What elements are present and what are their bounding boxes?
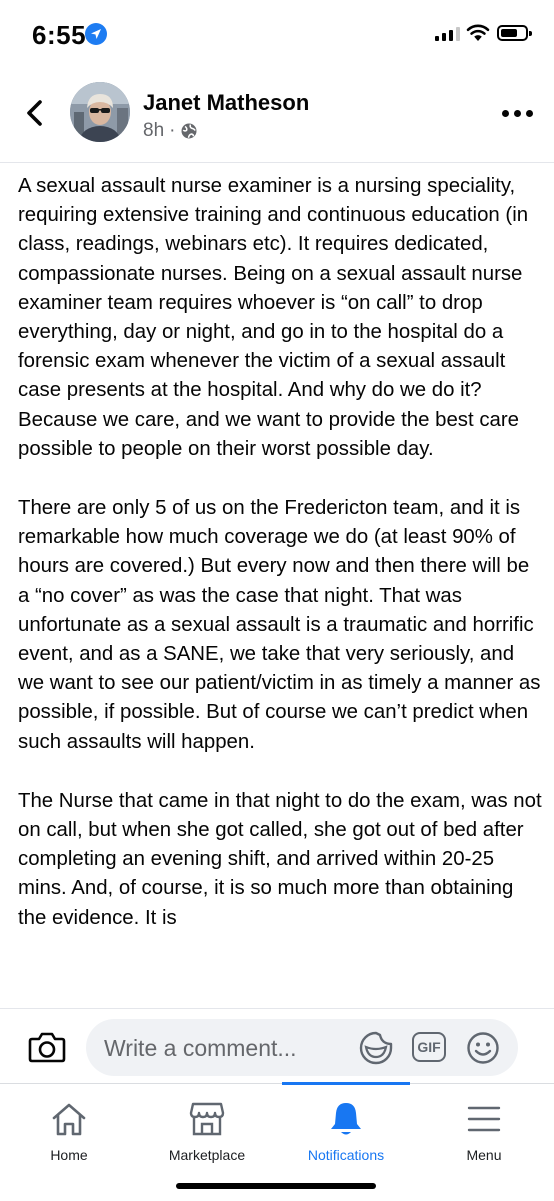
avatar[interactable] [70,82,130,142]
post-paragraph-1: A sexual assault nurse examiner is a nur… [18,175,529,460]
more-options-button[interactable] [502,106,536,122]
gif-icon[interactable]: GIF [412,1032,446,1062]
tab-menu[interactable]: Menu [415,1084,553,1179]
sticker-icon[interactable] [358,1030,394,1066]
author-name[interactable]: Janet Matheson [143,90,309,116]
status-time: 6:55 [32,20,87,50]
profile-photo [70,82,130,142]
tab-marketplace[interactable]: Marketplace [138,1084,276,1179]
comment-placeholder: Write a comment... [104,1035,297,1061]
back-button[interactable] [18,96,52,130]
post-paragraph-2: There are only 5 of us on the Fredericto… [18,497,541,753]
status-bar: 6:55 [0,0,554,66]
battery-icon [497,25,532,41]
post-time[interactable]: 8h [143,120,164,142]
tab-label-notifications: Notifications [307,1147,385,1163]
home-indicator [176,1183,376,1189]
post-header: Janet Matheson 8h · [0,66,554,163]
cellular-signal-icon [435,27,461,41]
post-meta: 8h · [143,120,198,142]
bell-icon [331,1103,361,1135]
marketplace-icon [189,1102,225,1136]
camera-icon[interactable] [28,1031,66,1063]
tab-label-home: Home [50,1147,88,1163]
tab-label-marketplace: Marketplace [168,1147,246,1163]
tab-label-menu: Menu [466,1147,502,1163]
globe-icon [181,123,197,139]
post-paragraph-3: The Nurse that came in that night to do … [18,789,542,929]
comment-bar: Write a comment... GIF [0,1008,554,1084]
tab-notifications[interactable]: Notifications [277,1084,415,1179]
bottom-tab-bar: Home Marketplace Notifications Menu [0,1082,554,1201]
meta-separator: · [169,120,176,141]
menu-icon [467,1106,501,1132]
emoji-icon[interactable] [466,1031,500,1065]
comment-input[interactable]: Write a comment... GIF [86,1019,518,1076]
wifi-icon [466,24,490,41]
tab-home[interactable]: Home [0,1084,138,1179]
post-body: A sexual assault nurse examiner is a nur… [18,172,543,1010]
home-icon [52,1103,86,1136]
location-arrow-icon [85,23,107,45]
